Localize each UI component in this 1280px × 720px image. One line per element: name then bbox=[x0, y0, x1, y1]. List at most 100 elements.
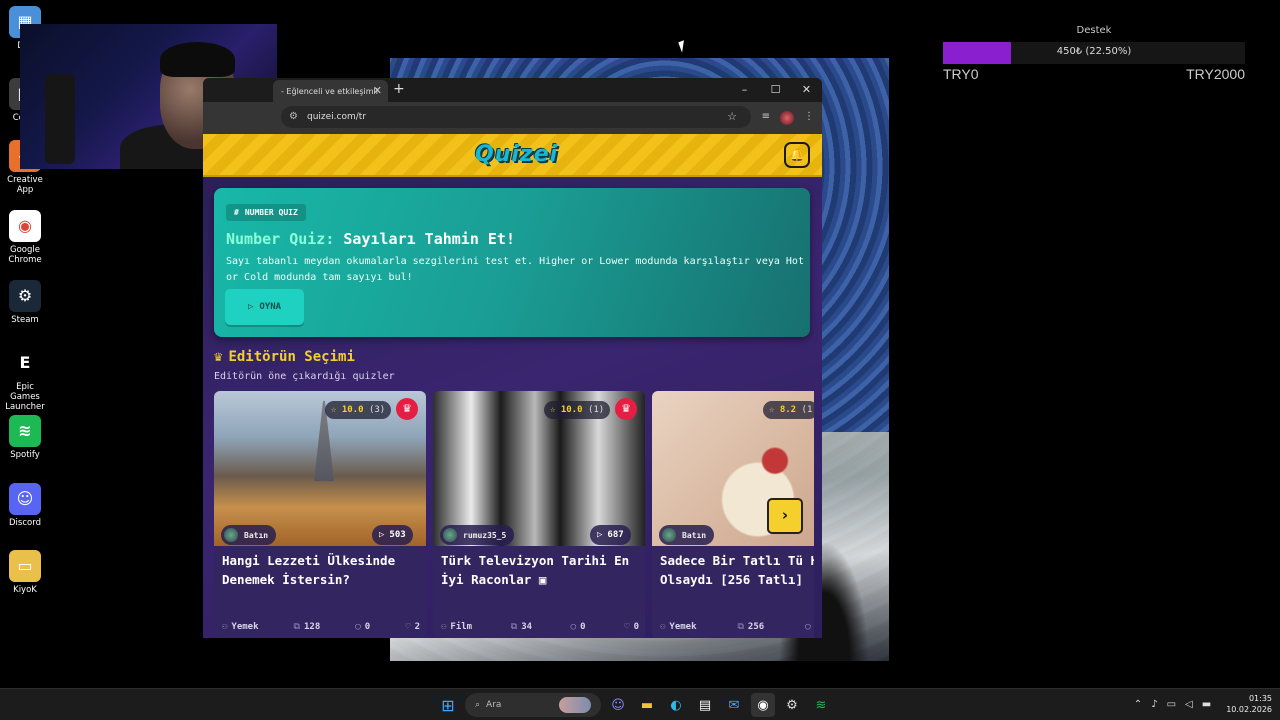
window-controls: – ☐ ✕ bbox=[729, 78, 822, 102]
desktop: ▦Dör▣Cc Ce◆Creative App◉Google Chrome⚙St… bbox=[0, 0, 1280, 720]
store-icon[interactable]: ▤ bbox=[693, 693, 717, 717]
author-avatar bbox=[443, 528, 457, 542]
quiz-card-title[interactable]: Hangi Lezzeti Ülkesinde Denemek İstersin… bbox=[222, 552, 422, 589]
battery-icon[interactable]: ▬ bbox=[1202, 699, 1211, 710]
search-highlight-image bbox=[559, 697, 591, 713]
author-name: Batın bbox=[682, 530, 707, 540]
desktop-icon-steam[interactable]: ⚙ Steam bbox=[0, 280, 50, 325]
browser-actions: ≡ ⋮ bbox=[762, 111, 814, 125]
rating-count: (1) bbox=[587, 405, 605, 415]
system-tray: ⌃ ♪ ▭ ◁ ▬ 01:35 10.02.2026 bbox=[1134, 693, 1272, 715]
browser-tab[interactable]: - Eğlenceli ve etkileşimli ✕ bbox=[273, 80, 388, 102]
heart-icon[interactable]: ♡ bbox=[624, 622, 629, 632]
play-count-badge: ▷ 503 bbox=[372, 525, 413, 545]
url-text: quizei.com/tr bbox=[307, 112, 367, 122]
desktop-icon-spotify[interactable]: ≋ Spotify bbox=[0, 415, 50, 460]
menu-kebab-icon[interactable]: ⋮ bbox=[804, 111, 814, 125]
edge-icon[interactable]: ◐ bbox=[664, 693, 688, 717]
question-count: 34 bbox=[521, 622, 533, 632]
like-count: 0 bbox=[633, 622, 639, 632]
microphone-icon[interactable]: ♪ bbox=[1151, 699, 1157, 710]
start-button[interactable]: ⊞ bbox=[436, 693, 460, 717]
category-icon: ⚇ bbox=[660, 622, 666, 632]
search-label: Ara bbox=[486, 700, 502, 710]
address-bar[interactable]: ⚙ quizei.com/tr ☆ bbox=[281, 106, 751, 128]
desktop-icon-discord[interactable]: ☺ Discord bbox=[0, 483, 50, 528]
author-chip[interactable]: Batın bbox=[659, 525, 715, 545]
site-header: Quizei 🔔 bbox=[203, 134, 822, 177]
author-name: rumuz35_5 bbox=[463, 530, 507, 540]
questions-icon: ⧉ bbox=[293, 622, 300, 632]
clock[interactable]: 01:35 10.02.2026 bbox=[1226, 693, 1272, 715]
media-control-icon[interactable]: ≡ bbox=[762, 111, 770, 125]
section-title-text: Editörün Seçimi bbox=[228, 349, 355, 365]
quiz-card[interactable]: ☆ 10.0 (1) ♛ rumuz35_5 ▷ 687 Türk Televiz… bbox=[433, 391, 645, 638]
spotify-icon: ≋ bbox=[9, 415, 41, 447]
play-count: 503 bbox=[389, 530, 406, 540]
hero-tag-label: NUMBER QUIZ bbox=[244, 208, 298, 217]
bookmark-star-icon[interactable]: ☆ bbox=[727, 106, 737, 128]
donation-progress-bar: 450₺ (22.50%) bbox=[943, 42, 1245, 64]
section-subtitle: Editörün öne çıkardığı quizler bbox=[214, 371, 395, 382]
hero-title-rest: Sayıları Tahmin Et! bbox=[343, 230, 515, 248]
maximize-button[interactable]: ☐ bbox=[760, 78, 791, 102]
site-info-icon[interactable]: ⚙ bbox=[289, 106, 298, 128]
desktop-icon-folder[interactable]: ▭ KiyoK bbox=[0, 550, 50, 595]
heart-icon[interactable]: ♡ bbox=[405, 622, 410, 632]
hero-title: Number Quiz: Sayıları Tahmin Et! bbox=[226, 230, 798, 248]
close-window-button[interactable]: ✕ bbox=[791, 78, 822, 102]
spotify-taskbar-icon[interactable]: ≋ bbox=[809, 693, 833, 717]
desktop-icon-chrome[interactable]: ◉ Google Chrome bbox=[0, 210, 50, 265]
author-chip[interactable]: rumuz35_5 bbox=[440, 525, 515, 545]
quiz-card-image bbox=[433, 391, 645, 546]
quiz-card-meta: ⚇Yemek ⧉256 ◯2 bbox=[660, 622, 814, 632]
microphone bbox=[45, 74, 75, 164]
donation-progress-label: 450₺ (22.50%) bbox=[1056, 46, 1132, 57]
comment-count: 0 bbox=[580, 622, 586, 632]
new-tab-button[interactable]: + bbox=[393, 81, 405, 97]
desktop-icon-epic-games[interactable]: E Epic Games Launcher bbox=[0, 347, 50, 412]
comment-icon: ◯ bbox=[355, 622, 361, 632]
tab-close-icon[interactable]: ✕ bbox=[373, 84, 382, 97]
donation-widget: Destek 450₺ (22.50%) TRY0 TRY2000 bbox=[943, 25, 1245, 82]
play-button-label: OYNA bbox=[259, 302, 282, 312]
category-label: Film bbox=[450, 622, 473, 632]
donation-start: TRY0 bbox=[943, 66, 979, 82]
minimize-button[interactable]: – bbox=[729, 78, 760, 102]
hero-tag: # NUMBER QUIZ bbox=[226, 204, 306, 221]
category-icon: ⚇ bbox=[441, 622, 447, 632]
like-count: 2 bbox=[414, 622, 420, 632]
play-circle-icon: ▷ bbox=[247, 302, 254, 312]
network-icon[interactable]: ▭ bbox=[1167, 699, 1176, 710]
rating-value: 10.0 bbox=[560, 405, 583, 415]
question-count: 128 bbox=[303, 622, 321, 632]
play-count-badge: ▷ 687 bbox=[590, 525, 631, 545]
site-logo[interactable]: Quizei bbox=[475, 142, 558, 167]
play-icon: ▷ bbox=[379, 530, 385, 540]
quiz-card-meta: ⚇ Film ⧉ 34 ◯ 0 ♡ 0 bbox=[441, 622, 639, 632]
category-icon: ⚇ bbox=[222, 622, 228, 632]
taskbar-search[interactable]: ⌕ Ara bbox=[465, 693, 601, 717]
volume-icon[interactable]: ◁ bbox=[1185, 699, 1193, 710]
quiz-carousel: ☆ 10.0 (3) ♛ Batın ▷ 503 Hangi Lezzeti Ül… bbox=[214, 391, 814, 638]
quiz-card[interactable]: ☆ 10.0 (3) ♛ Batın ▷ 503 Hangi Lezzeti Ül… bbox=[214, 391, 426, 638]
profile-avatar[interactable] bbox=[780, 111, 794, 125]
play-button[interactable]: ▷ OYNA bbox=[225, 289, 304, 325]
chevron-up-icon[interactable]: ⌃ bbox=[1134, 699, 1142, 710]
quiz-card-title[interactable]: Türk Televizyon Tarihi En İyi Raconlar ▣ bbox=[441, 552, 641, 589]
app-taskbar-icon[interactable]: ⚙ bbox=[780, 693, 804, 717]
discord-taskbar-icon[interactable]: ☺ bbox=[606, 693, 630, 717]
carousel-next-button[interactable]: › bbox=[767, 498, 803, 534]
desktop-icon-label: Steam bbox=[11, 315, 39, 325]
author-avatar bbox=[224, 528, 238, 542]
file-explorer-icon[interactable]: ▬ bbox=[635, 693, 659, 717]
mail-icon[interactable]: ✉ bbox=[722, 693, 746, 717]
author-chip[interactable]: Batın bbox=[221, 525, 277, 545]
questions-icon: ⧉ bbox=[510, 622, 518, 632]
quiz-card[interactable]: ☆ 8.2 (1 Batın › Sadece Bir Tatlı Tü Hak… bbox=[652, 391, 814, 638]
notification-bell-icon[interactable]: 🔔 bbox=[784, 142, 810, 168]
quiz-card-title[interactable]: Sadece Bir Tatlı Tü Hakkın Olsaydı [256 … bbox=[660, 552, 814, 589]
chrome-taskbar-icon[interactable]: ◉ bbox=[751, 693, 775, 717]
mouse-cursor bbox=[678, 40, 688, 53]
web-page: Quizei 🔔 # NUMBER QUIZ Number Quiz: Sayı… bbox=[203, 134, 822, 638]
